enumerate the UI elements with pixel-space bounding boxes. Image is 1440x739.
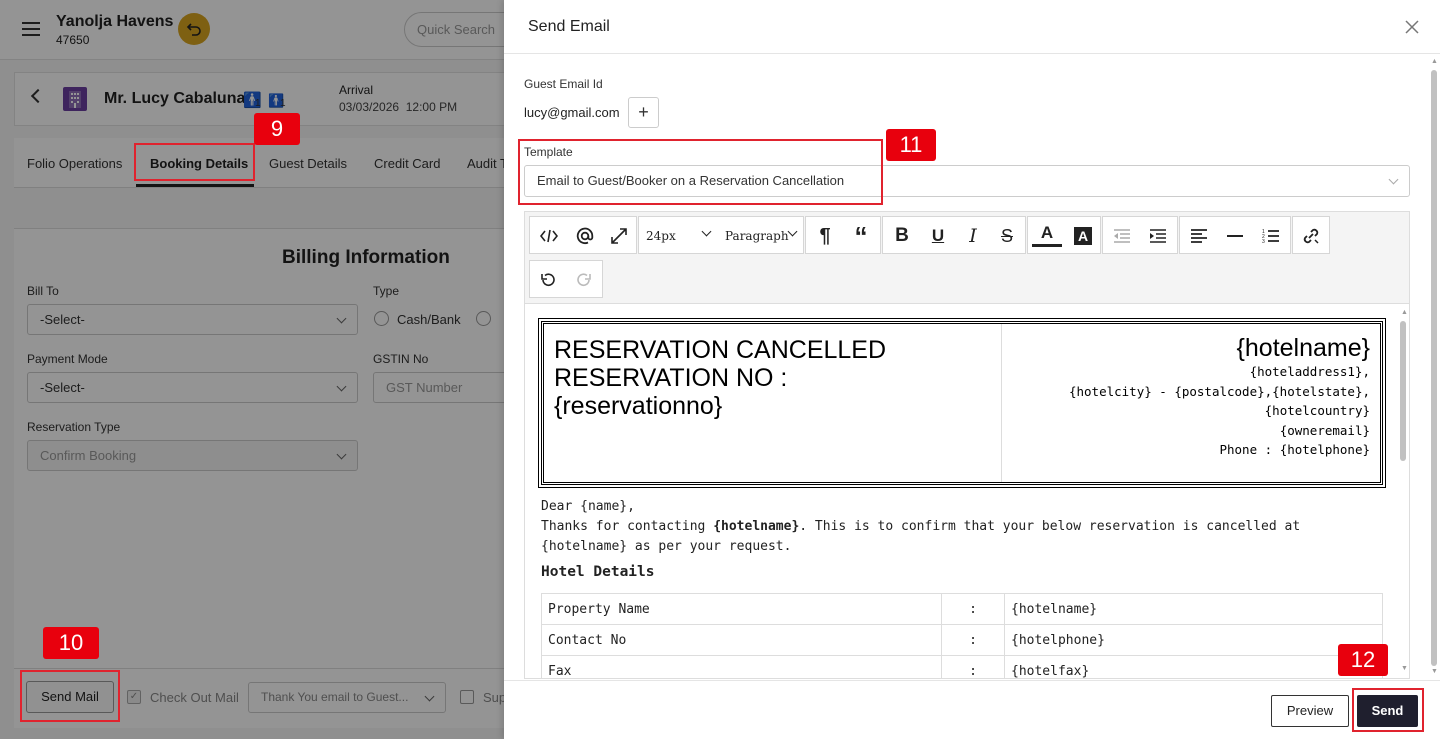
- scroll-down-arrow[interactable]: ▼: [1431, 668, 1438, 675]
- bold-icon[interactable]: B: [887, 221, 917, 251]
- horizontal-rule-icon[interactable]: [1220, 221, 1250, 251]
- hotel-details-table-wrap: Property Name: {hotelname} Contact No: {ho…: [541, 593, 1383, 678]
- email-header-left: RESERVATION CANCELLED RESERVATION NO : {…: [544, 324, 1002, 482]
- table-cell-label: Contact No: [541, 624, 942, 656]
- chevron-down-icon: [787, 226, 798, 237]
- chevron-down-icon: [1388, 174, 1399, 185]
- undo-icon[interactable]: [533, 265, 563, 295]
- mention-icon[interactable]: [570, 221, 600, 251]
- chevron-down-icon: [701, 226, 712, 237]
- annotation-box-11: [518, 139, 883, 205]
- toolbar-group-text-style: B U I S: [882, 216, 1026, 254]
- dialog-scrollbar[interactable]: ▲ ▼: [1428, 56, 1440, 680]
- strikethrough-icon[interactable]: S: [992, 221, 1022, 251]
- table-cell-sep: :: [941, 593, 1005, 625]
- dialog-footer: Preview Send: [504, 680, 1440, 739]
- table-cell-sep: :: [941, 624, 1005, 656]
- underline-icon[interactable]: U: [923, 221, 953, 251]
- fullscreen-icon[interactable]: [604, 221, 634, 251]
- table-cell-value: {hotelphone}: [1004, 624, 1383, 656]
- code-view-icon[interactable]: [534, 221, 564, 251]
- preview-button[interactable]: Preview: [1271, 695, 1349, 727]
- heading-line-3: {reservationno}: [554, 392, 723, 420]
- editor-content[interactable]: RESERVATION CANCELLED RESERVATION NO : {…: [525, 305, 1397, 678]
- hotelname-heading: {hotelname}: [1236, 334, 1370, 362]
- scroll-down-arrow[interactable]: ▼: [1401, 665, 1408, 672]
- owner-email: {owneremail}: [1279, 422, 1370, 438]
- annotation-badge-11: 11: [886, 129, 936, 161]
- svg-text:3: 3: [1262, 239, 1265, 244]
- hotel-country: {hotelcountry}: [1264, 403, 1370, 418]
- thanks-bold: {hotelname}: [713, 519, 800, 534]
- unlink-icon[interactable]: [1296, 221, 1326, 251]
- dialog-header: Send Email: [504, 0, 1440, 54]
- toolbar-group-link: [1292, 216, 1330, 254]
- rich-text-editor: 24px Paragraph ¶ “ B U I S A A 1 2 3 RES…: [524, 211, 1410, 679]
- table-cell-label: Fax: [541, 655, 942, 678]
- annotation-badge-10: 10: [43, 627, 99, 659]
- table-cell-label: Property Name: [541, 593, 942, 625]
- table-cell-value: {hotelname}: [1004, 593, 1383, 625]
- annotation-badge-12: 12: [1338, 644, 1388, 676]
- editor-scrollbar[interactable]: ▲ ▼: [1397, 307, 1409, 678]
- font-size-select[interactable]: 24px: [646, 229, 676, 243]
- redo-icon[interactable]: [569, 265, 599, 295]
- close-icon[interactable]: [1402, 17, 1422, 37]
- email-greeting-block: Dear {name}, Thanks for contacting {hote…: [541, 497, 1383, 557]
- hotel-address-1: {hoteladdress1},: [1249, 364, 1370, 379]
- outdent-icon[interactable]: [1107, 221, 1137, 251]
- guest-email-value: lucy@gmail.com: [524, 105, 620, 120]
- toolbar-group-format: 24px Paragraph: [638, 216, 804, 254]
- heading-line-2: RESERVATION NO :: [554, 364, 788, 392]
- hotel-details-table: Property Name: {hotelname} Contact No: {ho…: [541, 593, 1383, 678]
- email-header-right: {hotelname} {hoteladdress1}, {hotelcity}…: [1003, 324, 1380, 482]
- indent-icon[interactable]: [1143, 221, 1173, 251]
- dialog-title: Send Email: [528, 18, 610, 35]
- ordered-list-icon[interactable]: 123: [1256, 221, 1286, 251]
- font-color-icon[interactable]: A: [1032, 221, 1062, 247]
- add-email-button[interactable]: +: [628, 97, 659, 128]
- table-row: Fax: {hotelfax}: [541, 655, 1383, 678]
- blockquote-icon[interactable]: “: [846, 221, 876, 251]
- send-email-dialog: Send Email Guest Email Id lucy@gmail.com…: [504, 0, 1440, 739]
- paragraph-icon[interactable]: ¶: [810, 221, 840, 251]
- greeting: Dear {name},: [541, 499, 635, 514]
- table-row: Contact No: {hotelphone}: [541, 624, 1383, 656]
- hotel-details-title: Hotel Details: [541, 564, 655, 580]
- toolbar-group-align: 123: [1179, 216, 1291, 254]
- align-left-icon[interactable]: [1184, 221, 1214, 251]
- annotation-badge-9: 9: [254, 113, 300, 145]
- email-header-block: RESERVATION CANCELLED RESERVATION NO : {…: [538, 318, 1386, 488]
- thanks-paragraph: Thanks for contacting {hotelname}. This …: [541, 517, 1383, 557]
- hotel-address-2: {hotelcity} - {postalcode},{hotelstate},: [1068, 383, 1370, 399]
- toolbar-group-history: [529, 260, 603, 298]
- italic-icon[interactable]: I: [958, 221, 988, 251]
- toolbar-group-color: A A: [1027, 216, 1101, 254]
- scroll-up-arrow[interactable]: ▲: [1401, 309, 1408, 316]
- hotel-phone: Phone : {hotelphone}: [1219, 442, 1370, 457]
- toolbar-group-1: [529, 216, 637, 254]
- email-heading: RESERVATION CANCELLED RESERVATION NO : {…: [554, 336, 886, 420]
- table-cell-value: {hotelfax}: [1004, 655, 1383, 678]
- guest-email-label: Guest Email Id: [524, 77, 603, 91]
- editor-toolbar: 24px Paragraph ¶ “ B U I S A A 1 2 3: [525, 212, 1409, 304]
- scroll-up-arrow[interactable]: ▲: [1431, 58, 1438, 65]
- scroll-thumb[interactable]: [1431, 70, 1437, 666]
- annotation-box-10: [20, 670, 120, 722]
- toolbar-group-indent: [1102, 216, 1178, 254]
- highlight-color-icon[interactable]: A: [1068, 221, 1098, 251]
- table-row: Property Name: {hotelname}: [541, 593, 1383, 625]
- block-format-select[interactable]: Paragraph: [725, 229, 789, 243]
- table-cell-sep: :: [941, 655, 1005, 678]
- annotation-box-9: [134, 143, 255, 181]
- thanks-pre: Thanks for contacting: [541, 519, 714, 534]
- scroll-thumb[interactable]: [1400, 321, 1406, 461]
- heading-line-1: RESERVATION CANCELLED: [554, 336, 887, 364]
- annotation-box-12: [1352, 688, 1424, 732]
- toolbar-group-2: ¶ “: [805, 216, 881, 254]
